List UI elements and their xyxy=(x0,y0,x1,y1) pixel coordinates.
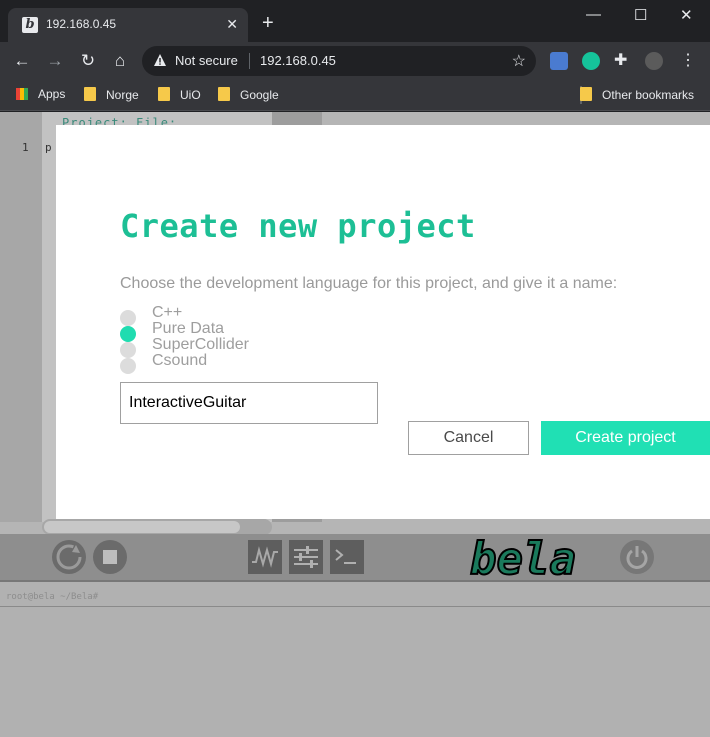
console-button[interactable] xyxy=(330,540,364,574)
url-divider xyxy=(249,53,250,69)
editor-gutter xyxy=(0,112,42,522)
bela-ide-page: Project: File: 1 p bela root@bela ~/Bela… xyxy=(0,112,710,737)
ide-toolbar: bela xyxy=(0,534,710,580)
folder-icon xyxy=(158,87,170,101)
bookmark-google[interactable]: Google xyxy=(218,87,279,102)
bela-logo-text: bela xyxy=(470,536,576,580)
menu-dots-icon[interactable]: ⋮ xyxy=(680,52,698,70)
sliders-icon xyxy=(294,546,318,568)
maximize-icon[interactable]: ☐ xyxy=(634,6,647,24)
security-label[interactable]: Not secure xyxy=(175,53,238,68)
back-icon[interactable]: ← xyxy=(12,52,32,72)
horizontal-scrollbar[interactable] xyxy=(42,519,272,535)
modal-description: Choose the development language for this… xyxy=(120,275,618,292)
bookmarks-bar: Apps Norge UiO Google Other bookmarks xyxy=(0,80,710,111)
translate-extension-icon[interactable] xyxy=(550,52,568,70)
profile-avatar[interactable] xyxy=(645,52,663,70)
stop-icon xyxy=(103,550,117,564)
minimize-icon[interactable]: — xyxy=(586,6,601,23)
bookmark-apps[interactable]: Apps xyxy=(16,87,65,101)
cancel-button[interactable]: Cancel xyxy=(408,421,529,455)
bookmark-star-icon[interactable]: ☆ xyxy=(512,51,526,71)
refresh-icon xyxy=(56,544,82,570)
stop-button[interactable] xyxy=(93,540,127,574)
close-window-icon[interactable]: ✕ xyxy=(680,6,693,24)
bookmark-label: Apps xyxy=(38,87,66,101)
radio-button[interactable] xyxy=(120,342,136,358)
browser-toolbar: ← → ↻ ⌂ Not secure 192.168.0.45 ☆ ✚ ⋮ xyxy=(0,42,710,80)
browser-tab-bar: b 192.168.0.45 ✕ + — ☐ ✕ xyxy=(0,0,710,42)
radio-button[interactable] xyxy=(120,358,136,374)
grammarly-extension-icon[interactable] xyxy=(582,52,600,70)
home-icon[interactable]: ⌂ xyxy=(110,52,130,72)
console-divider xyxy=(0,606,710,607)
new-tab-icon[interactable]: + xyxy=(262,13,274,33)
folder-icon xyxy=(218,87,230,101)
folder-icon xyxy=(84,87,96,101)
bookmark-label: Other bookmarks xyxy=(602,88,695,102)
create-project-button[interactable]: Create project xyxy=(541,421,710,455)
modal-title: Create new project xyxy=(120,207,476,245)
bookmark-label: Google xyxy=(240,88,279,102)
console-panel[interactable]: root@bela ~/Bela# xyxy=(0,580,710,737)
oscilloscope-icon xyxy=(252,546,278,568)
apps-grid-icon xyxy=(16,88,28,100)
scrollbar-thumb[interactable] xyxy=(44,521,240,533)
power-icon xyxy=(626,546,648,569)
shutdown-button[interactable] xyxy=(620,540,654,574)
folder-icon xyxy=(580,87,592,101)
language-label: Csound xyxy=(152,352,208,369)
scope-button[interactable] xyxy=(248,540,282,574)
reload-icon[interactable]: ↻ xyxy=(78,52,98,72)
bookmark-norge[interactable]: Norge xyxy=(84,87,139,102)
browser-tab[interactable]: b 192.168.0.45 ✕ xyxy=(8,8,248,42)
console-prompt: root@bela ~/Bela# xyxy=(6,592,99,602)
code-line: p xyxy=(45,141,52,154)
project-name-input[interactable] xyxy=(120,382,378,424)
create-project-modal: Create new project Choose the developmen… xyxy=(56,125,710,519)
build-run-button[interactable] xyxy=(52,540,86,574)
radio-button[interactable] xyxy=(120,310,136,326)
bookmark-uio[interactable]: UiO xyxy=(158,87,201,102)
close-tab-icon[interactable]: ✕ xyxy=(226,16,238,32)
radio-button-selected[interactable] xyxy=(120,326,136,342)
bela-logo: bela xyxy=(469,536,577,580)
forward-icon[interactable]: → xyxy=(45,52,65,72)
bookmark-other[interactable]: Other bookmarks xyxy=(580,87,694,102)
extensions-puzzle-icon[interactable]: ✚ xyxy=(614,52,632,70)
address-bar[interactable]: Not secure 192.168.0.45 ☆ xyxy=(142,46,536,76)
line-number: 1 xyxy=(22,141,29,154)
settings-button[interactable] xyxy=(289,540,323,574)
terminal-icon xyxy=(335,549,356,564)
bela-favicon-icon: b xyxy=(22,17,38,33)
bookmark-label: UiO xyxy=(180,88,201,102)
warning-icon xyxy=(154,54,166,66)
tab-title: 192.168.0.45 xyxy=(46,17,117,31)
bookmark-label: Norge xyxy=(106,88,139,102)
url-text[interactable]: 192.168.0.45 xyxy=(260,53,336,68)
